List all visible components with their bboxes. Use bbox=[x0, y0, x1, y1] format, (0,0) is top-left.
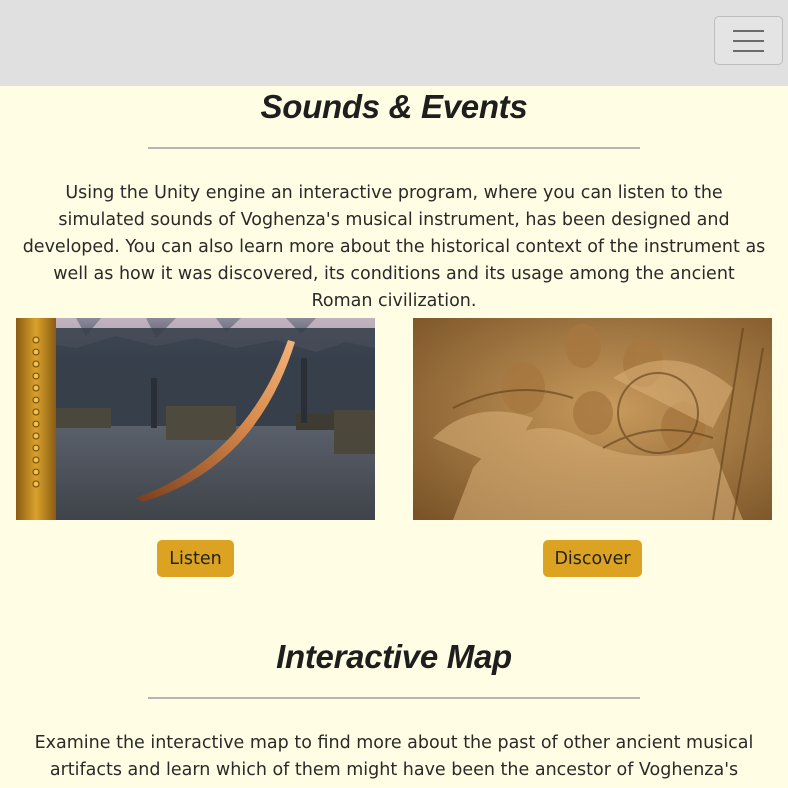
sounds-description: Using the Unity engine an interactive pr… bbox=[22, 183, 766, 311]
map-title: Interactive Map bbox=[276, 638, 512, 675]
navbar-toggle-button[interactable] bbox=[714, 16, 783, 65]
map-description: Examine the interactive map to find more… bbox=[34, 733, 754, 780]
navbar bbox=[0, 0, 788, 86]
hamburger-icon bbox=[733, 29, 764, 32]
unity-scene-horn-image[interactable] bbox=[16, 318, 375, 520]
sounds-title: Sounds & Events bbox=[260, 88, 528, 125]
listen-button[interactable]: Listen bbox=[157, 540, 234, 577]
map-divider bbox=[148, 697, 640, 699]
sounds-divider bbox=[148, 147, 640, 149]
discover-button[interactable]: Discover bbox=[543, 540, 642, 577]
roman-relief-image[interactable] bbox=[413, 318, 772, 520]
